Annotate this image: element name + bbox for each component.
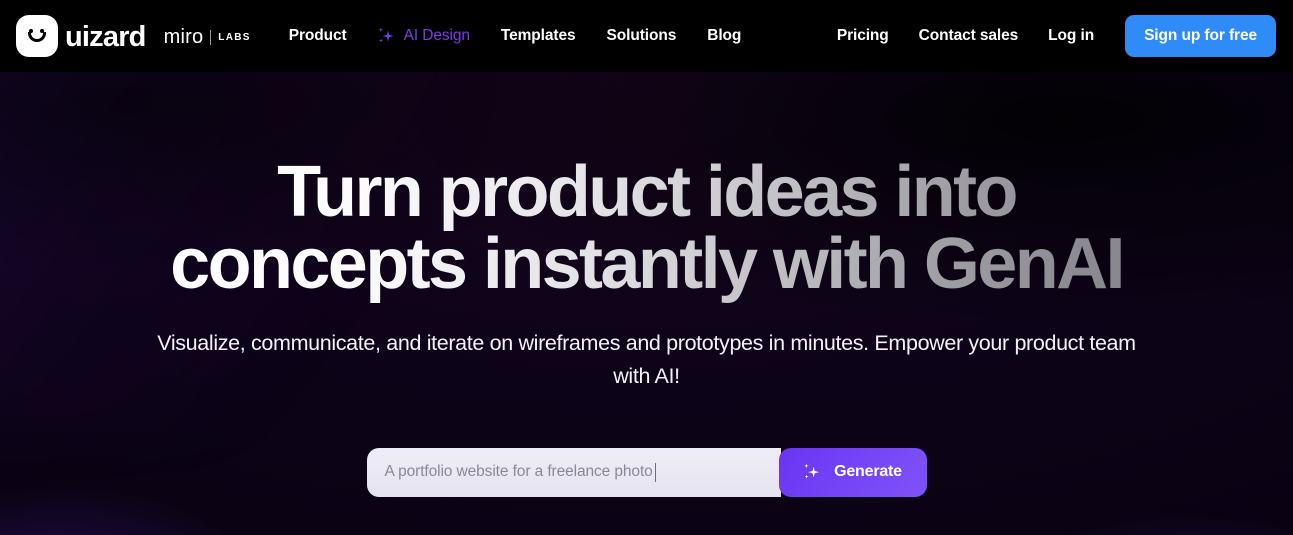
uizard-smiley-logo-icon[interactable] bbox=[16, 15, 58, 57]
nav-item-blog[interactable]: Blog bbox=[707, 27, 741, 45]
nav-item-templates[interactable]: Templates bbox=[501, 27, 576, 45]
sparkle-icon bbox=[803, 463, 822, 482]
generate-button-label: Generate bbox=[834, 463, 902, 481]
hero-subheadline: Visualize, communicate, and iterate on w… bbox=[157, 331, 1136, 389]
logo-smile bbox=[28, 32, 46, 42]
miro-wordmark: miro bbox=[163, 25, 204, 48]
nav-item-solutions[interactable]: Solutions bbox=[607, 27, 677, 45]
hero-content: Turn product ideas into concepts instant… bbox=[0, 72, 1293, 535]
nav-item-pricing[interactable]: Pricing bbox=[837, 27, 889, 45]
brand-wordmark: uizard bbox=[65, 20, 146, 53]
generate-button[interactable]: Generate bbox=[778, 447, 927, 497]
prompt-input[interactable]: A portfolio website for a freelance phot… bbox=[366, 447, 781, 497]
prompt-input-value: A portfolio website for a freelance phot… bbox=[384, 463, 653, 481]
hero-headline-line-1: Turn product ideas into bbox=[277, 152, 1016, 232]
text-cursor bbox=[654, 462, 657, 482]
sparkle-icon bbox=[378, 27, 397, 46]
hero-headline: Turn product ideas into concepts instant… bbox=[140, 156, 1153, 306]
prompt-composer: A portfolio website for a freelance phot… bbox=[366, 447, 927, 497]
primary-nav: Product AI Design Templates Solutions Bl… bbox=[289, 27, 742, 46]
lockup-divider bbox=[210, 29, 212, 45]
top-navigation-bar: uizard miro LABS Product AI Design Templ… bbox=[0, 0, 1293, 72]
brand-lockup[interactable]: uizard miro LABS bbox=[16, 15, 251, 57]
miro-labs-label: LABS bbox=[218, 31, 251, 43]
miro-labs-lockup: miro LABS bbox=[164, 26, 251, 49]
nav-item-ai-design[interactable]: AI Design bbox=[378, 27, 470, 46]
sign-up-for-free-button[interactable]: Sign up for free bbox=[1125, 15, 1276, 57]
hero-headline-line-2: concepts instantly with GenAI bbox=[170, 224, 1123, 304]
hero-section: Turn product ideas into concepts instant… bbox=[0, 72, 1293, 535]
nav-item-product[interactable]: Product bbox=[289, 27, 347, 45]
nav-item-contact-sales[interactable]: Contact sales bbox=[919, 27, 1019, 45]
secondary-nav: Pricing Contact sales Log in Sign up for… bbox=[837, 15, 1276, 57]
nav-item-ai-design-label: AI Design bbox=[403, 27, 470, 44]
nav-item-log-in[interactable]: Log in bbox=[1048, 27, 1094, 45]
